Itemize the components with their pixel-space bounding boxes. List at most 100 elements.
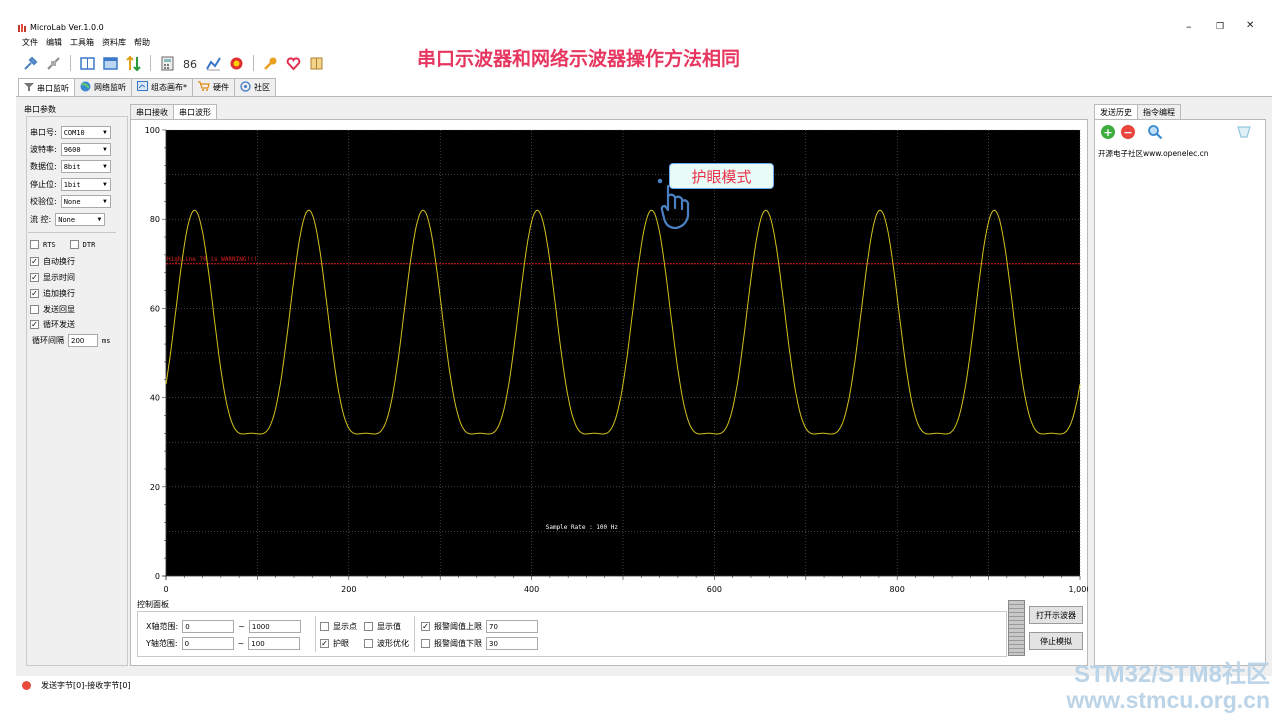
parity-select[interactable]: None ▼ [60,195,111,208]
menu-tools[interactable]: 工具箱 [70,37,94,49]
flow-value: None [58,215,76,224]
eye-protect-row: ✓ 护眼 [320,638,349,649]
option-label: 显示时间 [43,273,75,282]
port-value: COM10 [63,128,85,137]
wave-opt-checkbox[interactable] [364,639,373,648]
game-icon[interactable] [228,55,245,72]
close-button[interactable]: ✕ [1246,20,1254,31]
x-range-to-input[interactable]: 1000 [248,620,301,633]
history-item[interactable]: 开源电子社区www.openelec.cn [1098,148,1209,159]
chart-icon[interactable] [205,55,222,72]
option-row: ✓ 循环发送 [30,319,75,330]
tab-config-canvas[interactable]: 组态画布* [131,78,193,96]
port-select[interactable]: COM10 ▼ [60,126,111,139]
menu-library[interactable]: 资料库 [102,37,126,49]
option-row: ✓ 显示时间 [30,272,75,283]
status-indicator-icon [22,681,31,690]
level-meter[interactable] [1008,600,1025,656]
alarm-high-checkbox[interactable]: ✓ [421,622,430,631]
minimize-button[interactable]: – [1186,20,1192,33]
auto-wrap-checkbox[interactable]: ✓ [30,257,39,266]
baud-select[interactable]: 9600 ▼ [60,143,111,156]
remove-icon[interactable]: − [1121,125,1135,139]
control-panel-title: 控制面板 [137,600,169,609]
alarm-low-row: 报警阈值下限 30 [421,637,538,650]
disconnect-icon[interactable] [45,55,62,72]
control-panel [137,611,1007,657]
menu-help[interactable]: 帮助 [134,37,150,49]
flow-label: 流 控: [30,215,52,224]
alarm-low-checkbox[interactable] [421,639,430,648]
show-point-checkbox[interactable] [320,622,329,631]
interval-row: 循环间隔 200 ms [32,334,110,347]
heart-icon[interactable] [285,55,302,72]
loop-send-checkbox[interactable]: ✓ [30,320,39,329]
rts-checkbox[interactable] [30,240,39,249]
add-icon[interactable]: + [1101,125,1115,139]
stopbits-select[interactable]: 1bit ▼ [60,178,111,191]
tab-serial-waveform[interactable]: 串口波形 [173,104,217,119]
dtr-checkbox[interactable] [69,240,79,249]
x-range-from-input[interactable]: 0 [182,620,235,633]
eraser-icon[interactable] [1236,124,1252,140]
oscilloscope-chart[interactable]: 0 200 400 600 800 1,000 0 20 40 60 80 100 HighLine … [130,120,1088,600]
toolbar: 86 [22,52,325,74]
divider [414,616,415,652]
x-tick-label: 200 [341,585,356,594]
databits-row: 数据位: 8bit ▼ [30,160,111,173]
append-newline-checkbox[interactable]: ✓ [30,289,39,298]
menu-file[interactable]: 文件 [22,37,38,49]
y-range-from-input[interactable]: 0 [181,637,234,650]
menu-bar: 文件 编辑 工具箱 资料库 帮助 [22,37,150,49]
stopbits-label: 停止位: [30,180,57,189]
flow-select[interactable]: None ▼ [55,213,106,226]
connect-icon[interactable] [22,55,39,72]
algorithm-icon[interactable]: 86 [182,55,199,72]
watermark: STM32/STM8社区 www.stmcu.org.cn [1066,662,1270,713]
x-tick-label: 800 [890,585,905,594]
status-bar: 发送字节[0]-接收字节[0] [22,680,131,691]
restore-button[interactable]: ❒ [1216,22,1224,32]
tab-command-program[interactable]: 指令编程 [1137,104,1181,119]
y-range-to-input[interactable]: 100 [248,637,301,650]
tab-hardware[interactable]: 硬件 [192,78,235,96]
show-time-checkbox[interactable]: ✓ [30,273,39,282]
canvas-icon [137,81,148,94]
chevron-down-icon: ▼ [97,216,102,223]
option-row: ✓ 自动换行 [30,256,75,267]
key-icon[interactable] [262,55,279,72]
y-tick-label: 60 [150,304,160,313]
layout-icon[interactable] [79,55,96,72]
tab-serial-monitor[interactable]: 串口监听 [18,78,75,97]
updown-icon[interactable] [125,55,142,72]
menu-edit[interactable]: 编辑 [46,37,62,49]
interval-input[interactable]: 200 [68,334,98,347]
book-icon[interactable] [308,55,325,72]
status-text: 发送字节[0]-接收字节[0] [41,681,131,690]
toolbar-separator [150,55,151,71]
tab-serial-receive[interactable]: 串口接收 [130,104,174,119]
eye-protect-checkbox[interactable]: ✓ [320,639,329,648]
show-value-checkbox[interactable] [364,622,373,631]
stop-sim-button[interactable]: 停止模拟 [1029,632,1083,650]
eye-protect-label: 护眼 [333,639,349,648]
alarm-high-input[interactable]: 70 [486,620,538,633]
send-echo-checkbox[interactable] [30,305,39,314]
toolbar-separator [253,55,254,71]
tab-send-history[interactable]: 发送历史 [1094,104,1138,119]
alarm-high-label: 报警阈值上限 [434,622,482,631]
calculator-icon[interactable] [159,55,176,72]
interval-unit: ms [102,336,111,345]
svg-text:8: 8 [183,58,190,71]
databits-select[interactable]: 8bit ▼ [60,160,111,173]
tab-label: 串口监听 [37,83,69,93]
tab-community[interactable]: 社区 [234,78,276,96]
parity-label: 校验位: [30,197,57,206]
window-icon[interactable] [102,55,119,72]
alarm-high-row: ✓ 报警阈值上限 70 [421,620,538,633]
alarm-low-input[interactable]: 30 [486,637,538,650]
chevron-down-icon: ▼ [103,198,107,205]
tab-network-monitor[interactable]: 网络监听 [74,78,132,96]
search-icon[interactable] [1147,124,1163,140]
open-scope-button[interactable]: 打开示波器 [1029,606,1083,624]
